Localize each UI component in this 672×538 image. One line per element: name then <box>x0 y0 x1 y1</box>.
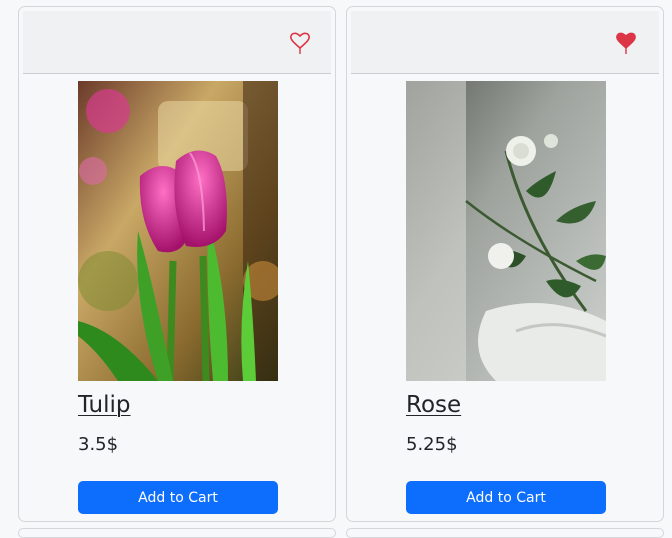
product-image-rose[interactable] <box>406 81 606 381</box>
product-price: 3.5$ <box>78 434 119 455</box>
product-price: 5.25$ <box>406 434 458 455</box>
add-to-cart-button[interactable]: Add to Cart <box>406 481 606 514</box>
card-header <box>351 11 659 74</box>
product-image-tulip[interactable] <box>78 81 278 381</box>
heart-outline-icon[interactable] <box>289 31 311 57</box>
heart-filled-icon[interactable] <box>615 31 637 57</box>
product-card <box>346 528 664 538</box>
product-card: Rose 5.25$ Add to Cart <box>346 6 664 522</box>
product-name[interactable]: Rose <box>406 392 461 418</box>
add-to-cart-button[interactable]: Add to Cart <box>78 481 278 514</box>
product-name[interactable]: Tulip <box>78 392 131 418</box>
product-card <box>18 528 336 538</box>
product-card: Tulip 3.5$ Add to Cart <box>18 6 336 522</box>
card-header <box>23 11 331 74</box>
